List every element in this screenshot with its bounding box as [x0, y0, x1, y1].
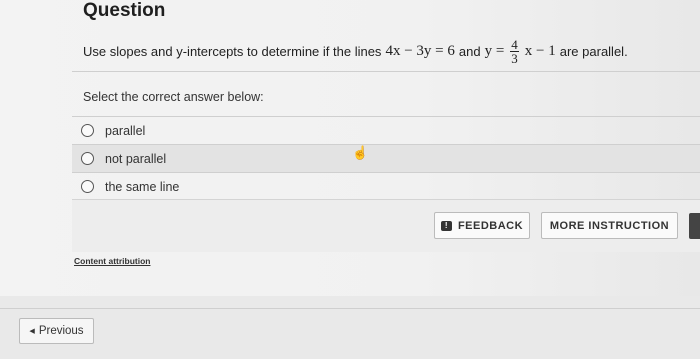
side-panel-tab[interactable]: [689, 213, 700, 239]
equation-1: 4x − 3y = 6: [385, 43, 455, 59]
equation-2-left: y =: [484, 43, 505, 59]
fraction-numerator: 4: [510, 37, 519, 52]
divider: [72, 71, 700, 72]
slope-fraction: 4 3: [510, 38, 519, 65]
feedback-button-label: FEEDBACK: [457, 219, 524, 232]
option-label: not parallel: [105, 151, 167, 166]
feedback-button[interactable]: ! FEEDBACK: [434, 212, 530, 239]
radio-button[interactable]: [81, 180, 94, 193]
previous-button-label: Previous: [38, 325, 84, 337]
footer-divider: [0, 308, 700, 309]
more-instruction-button[interactable]: MORE INSTRUCTION: [541, 212, 678, 239]
select-answer-label: Select the correct answer below:: [83, 90, 264, 104]
page-title: Question: [83, 0, 166, 21]
content-attribution-link[interactable]: Content attribution: [74, 256, 150, 266]
question-prefix: Use slopes and y-intercepts to determine…: [83, 44, 382, 59]
radio-button[interactable]: [81, 124, 94, 137]
question-panel: Question Use slopes and y-intercepts to …: [0, 0, 700, 296]
option-label: parallel: [105, 123, 146, 138]
question-conjunction: and: [458, 44, 481, 59]
more-instruction-button-label: MORE INSTRUCTION: [549, 219, 670, 232]
option-same-line[interactable]: the same line: [72, 173, 700, 200]
question-suffix: are parallel.: [559, 44, 628, 59]
feedback-icon: !: [440, 220, 452, 231]
radio-button[interactable]: [81, 152, 94, 165]
question-text: Use slopes and y-intercepts to determine…: [83, 38, 628, 65]
previous-button[interactable]: ◀ Previous: [19, 318, 94, 344]
option-label: the same line: [105, 179, 180, 194]
hand-cursor-icon: ☝: [352, 145, 369, 160]
equation-2-right: x − 1: [524, 43, 556, 59]
option-not-parallel[interactable]: not parallel: [72, 145, 700, 172]
option-parallel[interactable]: parallel: [72, 117, 700, 144]
chevron-left-icon: ◀: [29, 328, 35, 335]
fraction-denominator: 3: [511, 51, 518, 66]
